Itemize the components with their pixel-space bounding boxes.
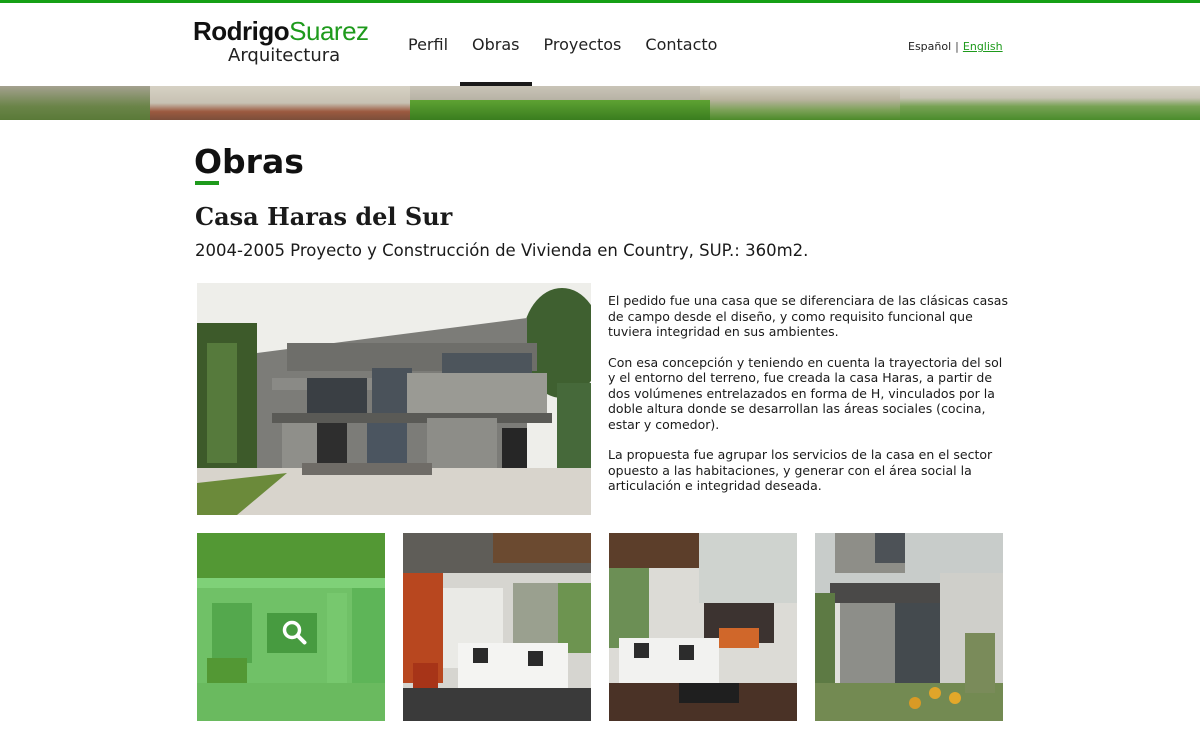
site-logo[interactable]: RodrigoSuarez Arquitectura: [193, 17, 373, 67]
page-title: Obras: [194, 142, 304, 181]
main-nav: Perfil Obras Proyectos Contacto: [396, 3, 729, 86]
photo-gallery: [197, 533, 1003, 721]
project-description: El pedido fue una casa que se diferencia…: [608, 293, 1008, 509]
nav-item-proyectos[interactable]: Proyectos: [532, 3, 634, 86]
lang-spanish-link[interactable]: Español: [908, 40, 951, 53]
nav-item-perfil[interactable]: Perfil: [396, 3, 460, 86]
description-paragraph: El pedido fue una casa que se diferencia…: [608, 293, 1008, 339]
logo-last-name: Suarez: [289, 16, 369, 46]
description-paragraph: La propuesta fue agrupar los servicios d…: [608, 447, 993, 493]
header-banner-image: [0, 86, 1200, 120]
gallery-thumbnail[interactable]: [197, 533, 385, 721]
gallery-thumbnail[interactable]: [609, 533, 797, 721]
nav-item-obras[interactable]: Obras: [460, 3, 532, 86]
language-switcher: Español | English: [908, 40, 1003, 53]
search-icon: [282, 620, 307, 645]
title-underline: [195, 181, 219, 185]
project-main-photo: [197, 283, 591, 515]
description-paragraph: Con esa concepción y teniendo en cuenta …: [608, 354, 1003, 432]
project-name: Casa Haras del Sur: [195, 202, 453, 231]
site-header: RodrigoSuarez Arquitectura Perfil Obras …: [0, 3, 1200, 86]
logo-first-name: Rodrigo: [193, 16, 290, 46]
nav-item-contacto[interactable]: Contacto: [633, 3, 729, 86]
gallery-thumbnail[interactable]: [403, 533, 591, 721]
logo-subtitle: Arquitectura: [228, 45, 341, 66]
lang-separator: |: [955, 40, 959, 53]
gallery-thumbnail[interactable]: [815, 533, 1003, 721]
lang-english-link[interactable]: English: [963, 40, 1003, 53]
project-meta: 2004-2005 Proyecto y Construcción de Viv…: [195, 241, 809, 260]
